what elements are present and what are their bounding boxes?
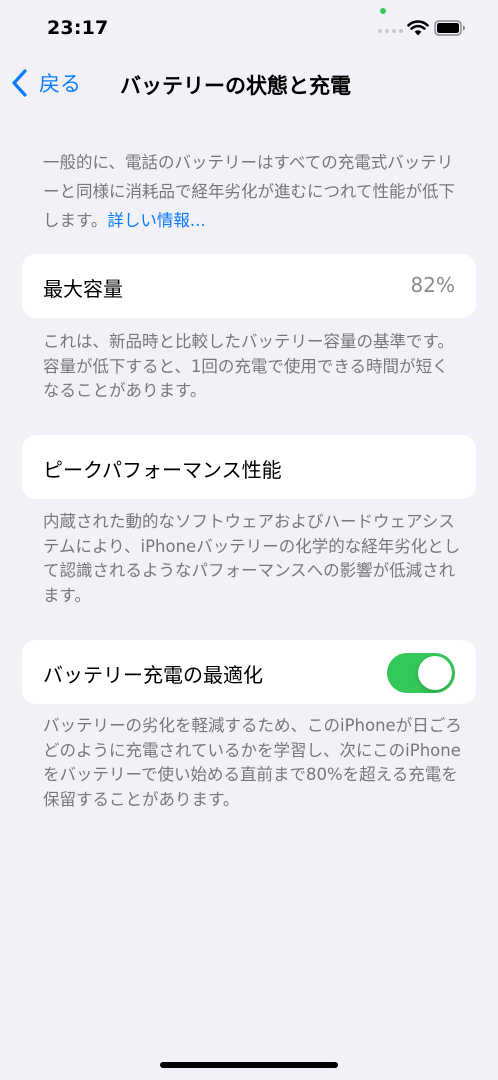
navigation-bar: 戻る バッテリーの状態と充電 [0, 56, 498, 108]
max-capacity-label: 最大容量 [43, 277, 123, 301]
max-capacity-row: 最大容量 82% [22, 254, 476, 318]
battery-icon [434, 20, 465, 36]
back-label[interactable]: 戻る [39, 68, 81, 98]
status-time: 23:17 [47, 17, 109, 39]
privacy-indicator-icon [380, 8, 386, 14]
home-indicator[interactable] [160, 1062, 338, 1068]
page-title: バッテリーの状態と充電 [120, 74, 351, 98]
optimized-charging-footer: バッテリーの劣化を軽減するため、このiPhoneが日ごろどのように充電されている… [43, 716, 462, 809]
peak-performance-label: ピークパフォーマンス性能 [43, 458, 282, 482]
intro-text: 一般的に、電話のバッテリーはすべての充電式バッテリーと同様に消耗品で経年劣化が進… [43, 153, 456, 230]
learn-more-link[interactable]: 詳しい情報... [107, 211, 205, 230]
status-bar: 23:17 [0, 0, 498, 56]
peak-performance-footer: 内蔵された動的なソフトウェアおよびハードウェアシステムにより、iPhoneバッテ… [43, 512, 461, 605]
max-capacity-footer: これは、新品時と比較したバッテリー容量の基準です。容量が低下すると、1回の充電で… [43, 332, 454, 400]
chevron-left-icon [12, 69, 27, 97]
wifi-icon [407, 20, 429, 36]
optimized-charging-toggle[interactable] [387, 653, 455, 693]
back-button[interactable]: 戻る [10, 66, 81, 100]
peak-performance-row: ピークパフォーマンス性能 [22, 435, 476, 499]
toggle-knob [418, 656, 452, 690]
optimized-charging-label: バッテリー充電の最適化 [43, 663, 263, 687]
max-capacity-value: 82% [410, 273, 455, 297]
cellular-signal-icon [378, 29, 403, 33]
optimized-charging-row: バッテリー充電の最適化 [22, 640, 476, 704]
intro-description: 一般的に、電話のバッテリーはすべての充電式バッテリーと同様に消耗品で経年劣化が進… [43, 148, 463, 235]
